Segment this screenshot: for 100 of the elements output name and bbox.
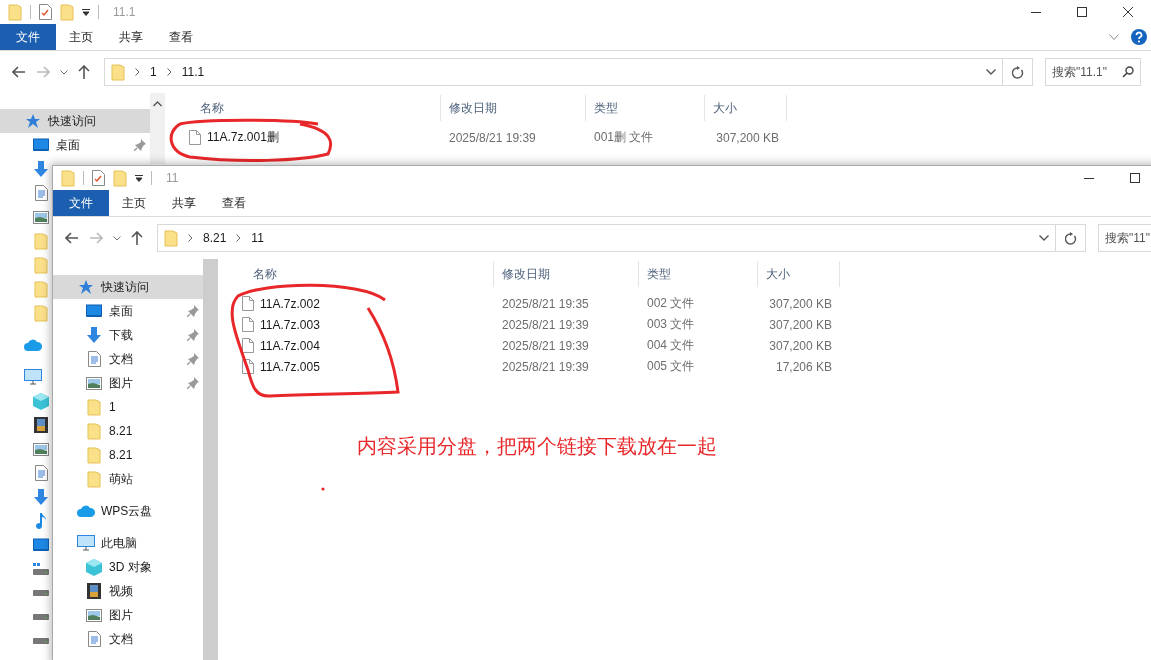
file-name[interactable]: 11A.7z.003 <box>218 317 494 332</box>
column-header[interactable]: 修改日期 <box>494 261 639 287</box>
file-menu-tab[interactable]: 文件 <box>0 24 56 50</box>
up-arrow-icon[interactable] <box>131 231 143 245</box>
pin-icon[interactable] <box>187 305 199 317</box>
sidebar-item[interactable]: 3D 对象 <box>53 555 203 579</box>
document-icon <box>87 631 101 647</box>
film-icon <box>34 417 48 433</box>
folder-icon <box>34 232 48 250</box>
folder-icon <box>87 398 101 416</box>
picture-icon <box>33 442 49 456</box>
file-icon <box>242 338 254 353</box>
sidebar-item[interactable]: 快速访问 <box>53 275 203 299</box>
search-icon[interactable] <box>1122 66 1134 78</box>
sidebar-item[interactable]: 视频 <box>53 579 203 603</box>
chevron-down-icon[interactable] <box>1039 235 1049 241</box>
scrollbar[interactable] <box>203 259 218 660</box>
chevron-down-icon[interactable] <box>986 69 996 75</box>
file-name[interactable]: 11A.7z.005 <box>218 359 494 374</box>
breadcrumb-item[interactable]: 11.1 <box>181 65 205 79</box>
address-bar[interactable]: 8.21 11 <box>157 224 1056 252</box>
desktop-icon <box>33 538 49 552</box>
chevron-down-icon[interactable] <box>60 69 68 75</box>
annotation-dot <box>321 487 325 491</box>
refresh-button[interactable] <box>1056 224 1086 252</box>
column-header[interactable]: 大小 <box>705 95 787 121</box>
star-icon <box>25 113 41 129</box>
sidebar-item[interactable]: 8.21 <box>53 443 203 467</box>
sidebar-item[interactable]: 快速访问 <box>0 109 150 133</box>
sidebar-item[interactable]: 1 <box>53 395 203 419</box>
file-name-text: 11A.7z.004 <box>260 338 320 353</box>
sidebar-item[interactable]: 8.21 <box>53 419 203 443</box>
column-header[interactable]: 修改日期 <box>441 95 586 121</box>
sidebar-item[interactable]: 文档 <box>53 347 203 371</box>
breadcrumb-item[interactable]: 1 <box>150 65 157 79</box>
column-header[interactable]: 类型 <box>586 95 705 121</box>
search-field[interactable]: 搜索"11" <box>1098 224 1151 252</box>
refresh-button[interactable] <box>1003 58 1033 86</box>
ribbon-tab[interactable]: 共享 <box>159 190 209 216</box>
properties-icon[interactable] <box>39 4 52 20</box>
maximize-icon <box>1130 173 1140 183</box>
column-header[interactable]: 类型 <box>639 261 758 287</box>
properties-icon[interactable] <box>92 170 105 186</box>
drive-icon <box>33 590 49 596</box>
chevron-down-icon[interactable] <box>113 235 121 241</box>
ribbon-tab[interactable]: 共享 <box>106 24 156 50</box>
up-arrow-icon[interactable] <box>78 65 90 79</box>
annotation-note: 内容采用分盘，把两个链接下载放在一起 <box>357 434 717 459</box>
sidebar-item[interactable]: 此电脑 <box>53 531 203 555</box>
download-arrow-icon <box>33 161 49 177</box>
pin-icon[interactable] <box>134 139 146 151</box>
sidebar-item[interactable]: WPS云盘 <box>53 499 203 523</box>
folder-icon <box>87 446 101 464</box>
file-name[interactable]: 11A.7z.001删 <box>165 129 441 146</box>
ribbon-tab[interactable]: 主页 <box>109 190 159 216</box>
sidebar-item[interactable]: 图片 <box>53 603 203 627</box>
scroll-up-icon[interactable] <box>153 101 162 107</box>
folder-icon <box>34 304 48 322</box>
chevron-right-icon[interactable] <box>135 68 140 76</box>
folder-icon <box>164 229 178 247</box>
window-title: 11 <box>166 171 179 185</box>
sidebar-item[interactable]: 图片 <box>53 371 203 395</box>
chevron-right-icon[interactable] <box>166 68 172 76</box>
search-field[interactable]: 搜索"11.1" <box>1045 58 1141 86</box>
sidebar-item[interactable]: 下载 <box>53 323 203 347</box>
ribbon-tab[interactable]: 主页 <box>56 24 106 50</box>
file-name[interactable]: 11A.7z.004 <box>218 338 494 353</box>
ribbon-tab[interactable]: 查看 <box>209 190 259 216</box>
scrollbar[interactable] <box>150 93 165 164</box>
table-cell-text: 2025/8/21 19:39 <box>448 130 537 145</box>
dropdown-icon[interactable] <box>135 174 143 182</box>
dropdown-icon[interactable] <box>82 8 90 16</box>
chevron-right-icon[interactable] <box>236 234 242 242</box>
sidebar-item[interactable]: 桌面 <box>53 299 203 323</box>
ribbon-tab[interactable]: 查看 <box>156 24 206 50</box>
document-icon <box>34 465 48 481</box>
column-header[interactable]: 名称 <box>218 261 494 287</box>
pin-icon[interactable] <box>187 377 199 389</box>
help-icon[interactable] <box>1131 29 1147 45</box>
column-header[interactable]: 名称 <box>165 95 441 121</box>
file-name[interactable]: 11A.7z.002 <box>218 296 494 311</box>
back-arrow-icon[interactable] <box>12 66 26 78</box>
sidebar-item[interactable]: 萌站 <box>53 467 203 491</box>
sidebar-item[interactable]: 桌面 <box>0 133 150 157</box>
file-menu-tab[interactable]: 文件 <box>53 190 109 216</box>
breadcrumb-item[interactable]: 11 <box>251 231 264 245</box>
pin-icon[interactable] <box>187 353 199 365</box>
pin-icon[interactable] <box>187 329 199 341</box>
table-cell-text: 2025/8/21 19:35 <box>501 296 590 311</box>
sidebar-item[interactable]: 文档 <box>53 627 203 651</box>
drive-icon <box>33 563 49 575</box>
refresh-icon <box>1064 231 1077 245</box>
file-icon <box>242 296 254 311</box>
chevron-right-icon[interactable] <box>188 234 193 242</box>
file-name-text: 11A.7z.002 <box>260 296 320 311</box>
breadcrumb-item[interactable]: 8.21 <box>203 231 227 245</box>
desktop-icon <box>33 138 49 152</box>
back-arrow-icon[interactable] <box>65 232 79 244</box>
address-bar[interactable]: 1 11.1 <box>104 58 1003 86</box>
column-header[interactable]: 大小 <box>758 261 840 287</box>
